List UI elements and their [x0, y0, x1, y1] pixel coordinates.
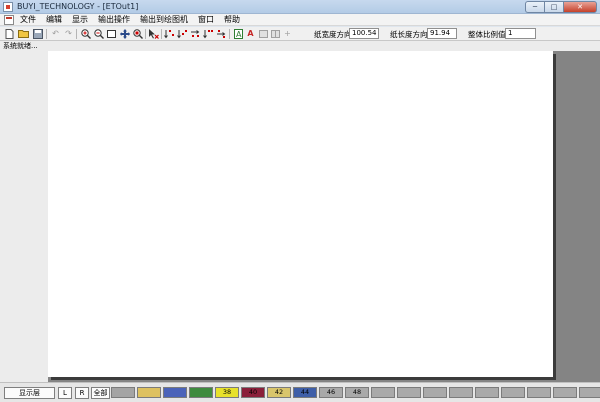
sort-icon-3[interactable]: [190, 28, 201, 39]
layer-swatch[interactable]: [371, 387, 395, 398]
minimize-button[interactable]: ─: [525, 1, 544, 13]
align-icon-2[interactable]: [270, 28, 281, 39]
menu-edit[interactable]: 编辑: [46, 15, 62, 25]
menu-view[interactable]: 显示: [72, 15, 88, 25]
menu-output-plotter[interactable]: 输出到绘图机: [140, 15, 188, 25]
scale-field[interactable]: 1: [505, 28, 536, 39]
window-title: BUYI_TECHNOLOGY - [ETOut1]: [17, 2, 139, 11]
zoom-in-icon[interactable]: [80, 28, 91, 39]
layer-swatch[interactable]: 38: [215, 387, 239, 398]
status-text: 系统就绪...: [3, 42, 38, 50]
layer-display-button[interactable]: 显示层: [4, 387, 55, 399]
document-icon[interactable]: [4, 15, 14, 25]
red-a-icon[interactable]: A: [245, 28, 256, 39]
layer-swatch[interactable]: [189, 387, 213, 398]
menu-file[interactable]: 文件: [20, 15, 36, 25]
new-file-icon[interactable]: [4, 28, 15, 39]
layer-swatch[interactable]: [527, 387, 551, 398]
layer-swatch[interactable]: 44: [293, 387, 317, 398]
undo-icon[interactable]: ↶: [50, 28, 61, 39]
redo-icon[interactable]: ↷: [63, 28, 74, 39]
sort-icon-1[interactable]: [164, 28, 175, 39]
layer-swatch[interactable]: [449, 387, 473, 398]
toolbar-separator: [161, 29, 162, 39]
layer-swatch[interactable]: [501, 387, 525, 398]
layer-swatch[interactable]: 48: [345, 387, 369, 398]
layer-swatch[interactable]: [111, 387, 135, 398]
close-button[interactable]: ✕: [563, 1, 597, 13]
menu-help[interactable]: 帮助: [224, 15, 240, 25]
zoom-window-icon[interactable]: [132, 28, 143, 39]
select-delete-icon[interactable]: [148, 28, 159, 39]
drawing-canvas[interactable]: [48, 51, 553, 377]
layer-swatch[interactable]: [397, 387, 421, 398]
menu-window[interactable]: 窗口: [198, 15, 214, 25]
open-folder-icon[interactable]: [18, 28, 29, 39]
toolbar-separator: [145, 29, 146, 39]
layer-swatch[interactable]: [137, 387, 161, 398]
layer-swatch[interactable]: 46: [319, 387, 343, 398]
align-icon-1[interactable]: [258, 28, 269, 39]
bottom-bar: 显示层 L R 全部 38 40 42 44 46 48: [0, 382, 600, 402]
toolbar-separator: [46, 29, 47, 39]
pan-icon[interactable]: [119, 28, 130, 39]
align-icon-3[interactable]: +: [282, 28, 293, 39]
status-line: 系统就绪...: [0, 41, 600, 51]
title-bar[interactable]: BUYI_TECHNOLOGY - [ETOut1] ─ □ ✕: [0, 0, 600, 14]
layer-all-button[interactable]: 全部: [91, 387, 110, 399]
app-icon: [3, 2, 13, 12]
toolbar-separator: [229, 29, 230, 39]
layer-swatch[interactable]: [475, 387, 499, 398]
window-controls: ─ □ ✕: [525, 1, 597, 13]
toolbar: ↶ ↷ A A + 纸宽度方向 100.54 纸长度方向 91.94 整体比例值…: [0, 27, 600, 41]
work-area: [0, 51, 600, 382]
sort-icon-5[interactable]: [216, 28, 227, 39]
zoom-page-icon[interactable]: [106, 28, 117, 39]
paper-width-label: 纸宽度方向: [314, 30, 352, 39]
outline-a-icon[interactable]: A: [233, 28, 244, 39]
toolbar-separator: [76, 29, 77, 39]
paper-length-field[interactable]: 91.94: [427, 28, 457, 39]
layer-swatch[interactable]: 40: [241, 387, 265, 398]
maximize-button[interactable]: □: [544, 1, 563, 13]
zoom-out-icon[interactable]: [93, 28, 104, 39]
left-margin: [0, 51, 48, 382]
save-icon[interactable]: [32, 28, 43, 39]
paper-length-label: 纸长度方向: [390, 30, 428, 39]
layer-swatch[interactable]: [163, 387, 187, 398]
sort-icon-4[interactable]: [203, 28, 214, 39]
layer-swatch[interactable]: [423, 387, 447, 398]
menu-bar: 文件 编辑 显示 输出操作 输出到绘图机 窗口 帮助: [0, 14, 600, 26]
layer-swatch[interactable]: [553, 387, 577, 398]
scale-label: 整体比例值: [468, 30, 506, 39]
paper-width-field[interactable]: 100.54: [349, 28, 379, 39]
svg-text:A: A: [236, 30, 242, 39]
sort-icon-2[interactable]: [177, 28, 188, 39]
layer-r-button[interactable]: R: [75, 387, 89, 399]
menu-items: 文件 编辑 显示 输出操作 输出到绘图机 窗口 帮助: [20, 15, 240, 25]
layer-l-button[interactable]: L: [58, 387, 72, 399]
layer-swatch[interactable]: [579, 387, 600, 398]
layer-swatch[interactable]: 42: [267, 387, 291, 398]
menu-output-ops[interactable]: 输出操作: [98, 15, 130, 25]
